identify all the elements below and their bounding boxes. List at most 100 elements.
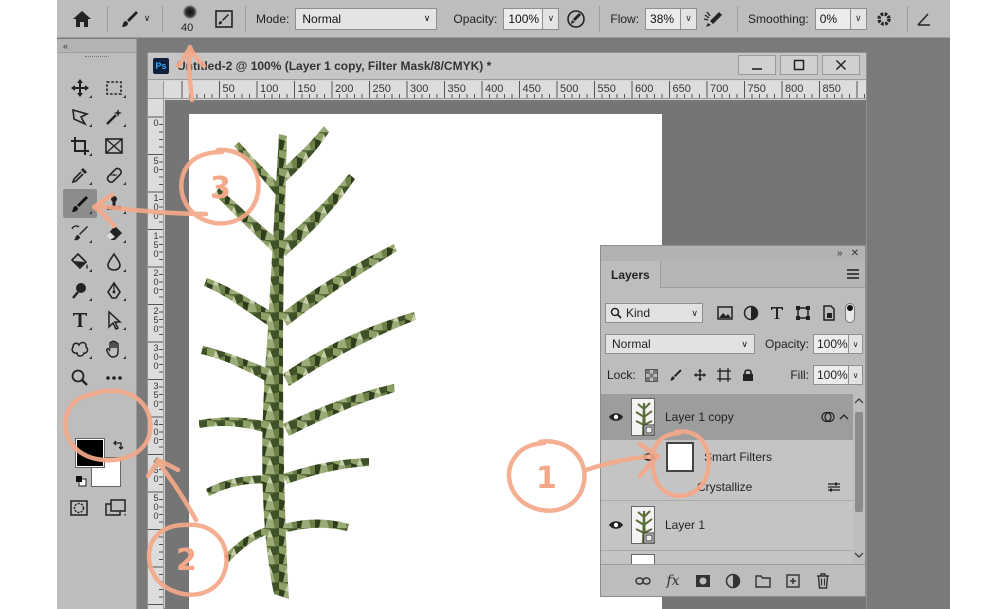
path-selection-tool[interactable] [97,305,131,334]
default-colors-icon[interactable] [75,475,87,487]
filter-toggle-switch[interactable] [845,303,855,323]
eyedropper-tool[interactable] [63,160,97,189]
tools-panel-grip[interactable] [57,53,136,61]
crop-tool[interactable] [63,131,97,160]
layer-thumbnail[interactable] [631,398,655,436]
new-layer-button[interactable] [783,571,803,591]
opacity-dropdown-button[interactable]: ∨ [543,7,560,30]
eraser-tool[interactable] [97,218,131,247]
filter-smart-object-button[interactable] [819,303,839,323]
chevron-down-icon[interactable] [853,550,865,560]
filter-pixel-button[interactable] [715,303,735,323]
vertical-ruler[interactable]: 0 5 0 1 0 0 1 5 0 2 0 0 2 5 0 3 0 0 3 5 0 4 0 0 4… [148,99,164,609]
new-adjustment-layer-button[interactable] [723,571,743,591]
blur-tool[interactable] [97,247,131,276]
fill-dropdown-button[interactable]: ∨ [849,365,863,385]
close-panel-icon[interactable]: ✕ [851,248,859,259]
marquee-tool[interactable] [97,73,131,102]
smoothing-dropdown-button[interactable]: ∨ [850,7,867,30]
filter-name[interactable]: Crystallize [697,480,752,494]
mode-select[interactable]: Normal ∨ [295,7,438,30]
layers-scrollbar[interactable] [853,394,865,564]
visibility-toggle[interactable] [601,412,631,422]
chevron-up-icon[interactable] [853,396,865,406]
add-mask-button[interactable] [693,571,713,591]
paint-bucket-tool[interactable] [63,247,97,276]
clone-stamp-tool[interactable] [97,189,131,218]
brush-tool[interactable] [63,189,97,218]
delete-layer-button[interactable] [813,571,833,591]
document-tab[interactable]: Ps Untitled-2 @ 100% (Layer 1 copy, Filt… [148,53,866,80]
layer-row-layer-1-copy[interactable]: Layer 1 copy [601,394,853,440]
filter-shape-button[interactable] [793,303,813,323]
scrollbar-thumb[interactable] [855,412,863,512]
history-brush-tool[interactable] [63,218,97,247]
move-tool[interactable] [63,73,97,102]
horizontal-ruler[interactable]: 50 100 150 200 250 300 350 400 450 500 550 600 650 70… [164,81,866,99]
lock-all-button[interactable] [740,367,756,383]
lock-pixels-button[interactable] [668,367,684,383]
visibility-toggle[interactable] [634,452,664,462]
lasso-tool[interactable] [63,102,97,131]
pressure-opacity-button[interactable] [559,0,593,38]
lock-transparent-button[interactable] [644,367,660,383]
maximize-button[interactable] [780,55,818,75]
home-button[interactable] [63,0,101,38]
link-layers-button[interactable] [633,571,653,591]
blend-mode-select[interactable]: Normal ∨ [605,334,755,354]
new-group-button[interactable] [753,571,773,591]
lock-artboard-button[interactable] [716,367,732,383]
filter-type-button[interactable] [767,303,787,323]
smart-filters-row[interactable]: Smart Filters [601,440,853,474]
layer-name[interactable]: Layer 1 [665,518,705,532]
layer-row-layer-1[interactable]: Layer 1 [601,500,853,548]
opacity-input[interactable]: 100% [503,7,544,30]
tools-collapse-button[interactable]: « [57,39,136,53]
filter-kind-select[interactable]: Kind ∨ [605,303,703,323]
layer-opacity-dropdown-button[interactable]: ∨ [849,334,863,354]
flow-input[interactable]: 38% [645,7,682,30]
tab-layers[interactable]: Layers [601,261,661,288]
layer-opacity-input[interactable]: 100% [813,334,849,354]
dodge-tool[interactable] [63,276,97,305]
filter-blending-options-icon[interactable] [827,482,841,492]
airbrush-button[interactable] [697,0,731,38]
more-tools-button[interactable] [97,363,131,392]
lock-position-button[interactable] [692,367,708,383]
foreground-color-swatch[interactable] [75,438,105,468]
healing-brush-tool[interactable] [97,160,131,189]
shape-tool[interactable] [63,334,97,363]
layer-name[interactable]: Layer 1 copy [665,410,734,424]
zoom-tool[interactable] [63,363,97,392]
smoothing-settings-button[interactable] [867,0,901,38]
smoothing-input[interactable]: 0% [814,7,851,30]
filter-mask-thumbnail[interactable] [666,442,694,472]
brush-settings-button[interactable] [209,0,239,38]
canvas[interactable] [189,114,662,609]
layer-row-partial[interactable] [601,550,853,564]
screen-mode-icon[interactable] [105,499,127,517]
pen-tool[interactable] [97,276,131,305]
fill-input[interactable]: 100% [813,365,849,385]
swap-colors-icon[interactable] [112,439,124,451]
chevron-up-icon[interactable] [839,412,849,422]
panel-menu-icon[interactable] [847,269,859,279]
quick-mask-icon[interactable] [69,499,89,517]
minimize-button[interactable] [738,55,776,75]
visibility-toggle[interactable] [601,520,631,530]
collapse-panel-icon[interactable]: » [837,248,843,259]
type-tool[interactable] [63,305,97,334]
flow-dropdown-button[interactable]: ∨ [681,7,698,30]
filter-row-crystallize[interactable]: Crystallize [601,476,853,498]
filter-effects-icon[interactable] [821,410,835,424]
brush-tool-preset-button[interactable]: ∨ [114,0,156,38]
hand-tool[interactable] [97,334,131,363]
close-button[interactable] [822,55,860,75]
brush-size-picker[interactable]: 40 [169,0,209,38]
add-layer-style-button[interactable]: fx [663,571,683,591]
magic-wand-tool[interactable] [97,102,131,131]
layer-thumbnail[interactable] [631,505,655,544]
filter-adjustment-button[interactable] [741,303,761,323]
frame-tool[interactable] [97,131,131,160]
brush-angle-button[interactable] [914,0,934,38]
